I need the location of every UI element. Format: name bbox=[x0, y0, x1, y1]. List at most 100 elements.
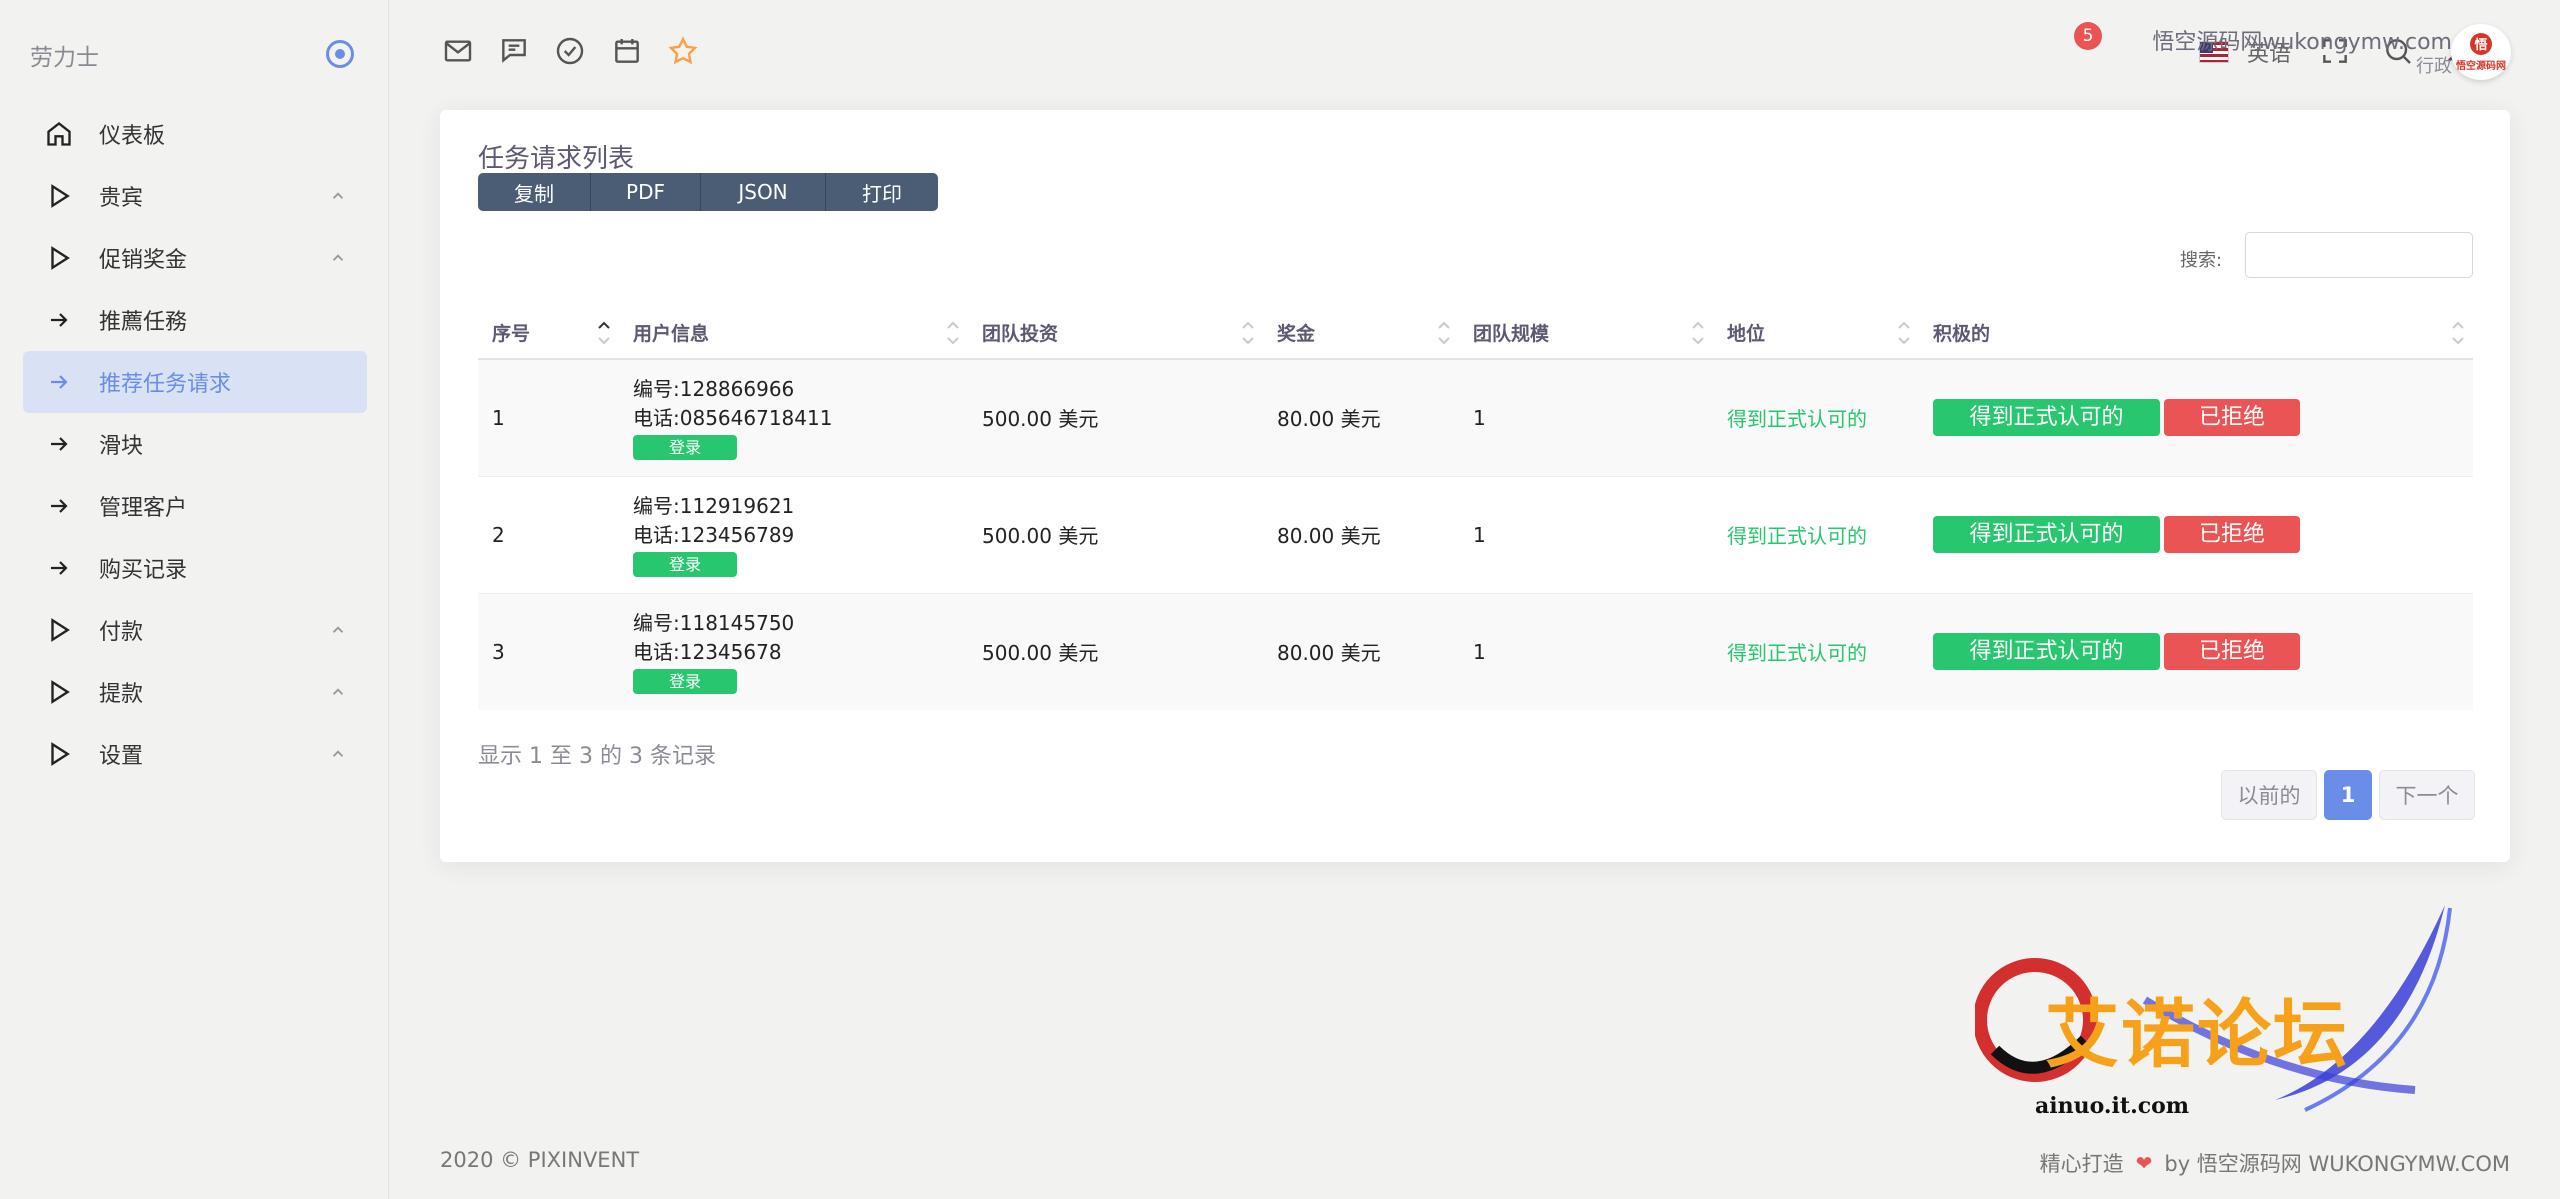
footer-by[interactable]: by 悟空源码网 WUKONGYMW.COM bbox=[2164, 1148, 2510, 1178]
team-size-cell: 1 bbox=[1459, 475, 1713, 593]
approve-button[interactable]: 得到正式认可的 bbox=[1933, 516, 2160, 553]
pdf-button[interactable]: PDF bbox=[591, 173, 701, 211]
column-header-user-info[interactable]: 用户信息 bbox=[619, 307, 968, 360]
home-icon bbox=[43, 118, 75, 150]
sidebar-toggle-icon[interactable] bbox=[326, 40, 354, 68]
arrow-right-icon bbox=[43, 428, 75, 460]
watermark-url: ainuo.it.com bbox=[2035, 1093, 2190, 1119]
mail-icon[interactable] bbox=[442, 35, 474, 67]
chevron-up-icon bbox=[332, 688, 344, 695]
bonus-cell: 80.00 美元 bbox=[1263, 359, 1459, 476]
bonus-cell: 80.00 美元 bbox=[1263, 475, 1459, 593]
arrow-right-icon bbox=[43, 490, 75, 522]
play-icon bbox=[43, 676, 75, 708]
sidebar-item-referral-tasks[interactable]: 推薦任務 bbox=[23, 289, 367, 351]
avatar[interactable]: 悟 悟空源码网 bbox=[2451, 24, 2511, 80]
star-icon[interactable] bbox=[667, 35, 699, 67]
table-row: 3 编号:118145750 电话:12345678 登录 500.00 美元 … bbox=[478, 592, 2473, 710]
search-label: 搜索: bbox=[2180, 250, 2223, 271]
export-button-group: 复制 PDF JSON 打印 bbox=[478, 173, 938, 211]
play-icon bbox=[43, 738, 75, 770]
team-size-cell: 1 bbox=[1459, 359, 1713, 476]
sidebar-item-label: 推荐任务请求 bbox=[99, 372, 232, 397]
play-icon bbox=[43, 614, 75, 646]
card-title: 任务请求列表 bbox=[478, 144, 635, 174]
brand-name[interactable]: 劳力士 bbox=[30, 38, 99, 72]
user-info-cell: 编号:128866966 电话:085646718411 登录 bbox=[619, 359, 968, 476]
sidebar-item-referral-task-requests[interactable]: 推荐任务请求 bbox=[23, 351, 367, 413]
bonus-cell: 80.00 美元 bbox=[1263, 592, 1459, 710]
user-phone: 085646718411 bbox=[679, 406, 833, 431]
pagination-prev-button[interactable]: 以前的 bbox=[2221, 770, 2317, 820]
sidebar-item-settings[interactable]: 设置 bbox=[23, 723, 367, 785]
column-header-bonus[interactable]: 奖金 bbox=[1263, 307, 1459, 360]
sidebar-item-payments[interactable]: 付款 bbox=[23, 599, 367, 661]
sidebar-item-dashboard[interactable]: 仪表板 bbox=[23, 103, 367, 165]
sidebar-item-label: 管理客户 bbox=[99, 496, 188, 521]
heart-icon: ❤ bbox=[2135, 1151, 2153, 1175]
sidebar-item-label: 提款 bbox=[99, 682, 144, 707]
sidebar-nav: 仪表板 贵宾 促销奖金 推薦任務 推荐任务请求 滑块 管理客户 购买记录 付款 … bbox=[23, 103, 367, 785]
status-cell: 得到正式认可的 bbox=[1713, 359, 1919, 476]
column-header-team-size[interactable]: 团队规模 bbox=[1459, 307, 1713, 360]
user-name[interactable]: 悟空源码网wukongymw.com bbox=[2152, 24, 2452, 56]
pagination-page-1[interactable]: 1 bbox=[2324, 770, 2372, 820]
sidebar-item-manage-customers[interactable]: 管理客户 bbox=[23, 475, 367, 537]
reject-button[interactable]: 已拒绝 bbox=[2164, 516, 2300, 553]
column-header-status[interactable]: 地位 bbox=[1713, 307, 1919, 360]
table-row: 2 编号:112919621 电话:123456789 登录 500.00 美元… bbox=[478, 475, 2473, 593]
sidebar-item-vip[interactable]: 贵宾 bbox=[23, 165, 367, 227]
actions-cell: 得到正式认可的 已拒绝 bbox=[1919, 592, 2473, 710]
login-button[interactable]: 登录 bbox=[633, 435, 737, 461]
reject-button[interactable]: 已拒绝 bbox=[2164, 399, 2300, 437]
approve-button[interactable]: 得到正式认可的 bbox=[1933, 633, 2160, 671]
user-info-cell: 编号:112919621 电话:123456789 登录 bbox=[619, 475, 968, 593]
search-input[interactable] bbox=[2245, 232, 2473, 278]
table-header-row: 序号 用户信息 团队投资 奖金 团队规模 地位 积极的 bbox=[478, 307, 2473, 360]
sort-icon bbox=[1692, 321, 1704, 345]
sidebar: 劳力士 仪表板 贵宾 促销奖金 推薦任務 推荐任务请求 滑块 管理客户 购买记录… bbox=[0, 0, 389, 1199]
sidebar-item-withdrawals[interactable]: 提款 bbox=[23, 661, 367, 723]
column-header-index[interactable]: 序号 bbox=[478, 307, 619, 360]
team-size-cell: 1 bbox=[1459, 592, 1713, 710]
sidebar-item-label: 设置 bbox=[99, 744, 144, 769]
sort-asc-icon bbox=[598, 321, 610, 345]
chevron-up-icon bbox=[332, 254, 344, 261]
sidebar-item-label: 滑块 bbox=[99, 434, 144, 459]
print-button[interactable]: 打印 bbox=[826, 173, 938, 211]
status-text: 得到正式认可的 bbox=[1727, 641, 1867, 666]
chevron-up-icon bbox=[332, 750, 344, 757]
play-icon bbox=[43, 242, 75, 274]
chevron-up-icon bbox=[332, 192, 344, 199]
sidebar-item-slider[interactable]: 滑块 bbox=[23, 413, 367, 475]
task-requests-card: 任务请求列表 复制 PDF JSON 打印 搜索: 序号 用户信息 团队投资 奖… bbox=[440, 110, 2510, 862]
sidebar-item-label: 付款 bbox=[99, 620, 144, 645]
pagination-next-button[interactable]: 下一个 bbox=[2379, 770, 2475, 820]
footer-credit: 精心打造 ❤ by 悟空源码网 WUKONGYMW.COM bbox=[2040, 1148, 2510, 1178]
check-circle-icon[interactable] bbox=[554, 35, 586, 67]
team-investment-cell: 500.00 美元 bbox=[968, 592, 1263, 710]
reject-button[interactable]: 已拒绝 bbox=[2164, 633, 2300, 671]
calendar-icon[interactable] bbox=[611, 35, 643, 67]
sidebar-item-promo-bonus[interactable]: 促销奖金 bbox=[23, 227, 367, 289]
column-header-team-investment[interactable]: 团队投资 bbox=[968, 307, 1263, 360]
user-id: 128866966 bbox=[679, 377, 795, 402]
status-text: 得到正式认可的 bbox=[1727, 407, 1867, 432]
sort-icon bbox=[2452, 321, 2464, 345]
arrow-right-icon bbox=[43, 552, 75, 584]
chevron-up-icon bbox=[332, 626, 344, 633]
column-header-actions[interactable]: 积极的 bbox=[1919, 307, 2473, 360]
actions-cell: 得到正式认可的 已拒绝 bbox=[1919, 359, 2473, 476]
actions-cell: 得到正式认可的 已拒绝 bbox=[1919, 475, 2473, 593]
row-index: 1 bbox=[478, 359, 619, 476]
login-button[interactable]: 登录 bbox=[633, 552, 737, 577]
login-button[interactable]: 登录 bbox=[633, 669, 737, 695]
sidebar-item-purchase-records[interactable]: 购买记录 bbox=[23, 537, 367, 599]
json-button[interactable]: JSON bbox=[701, 173, 826, 211]
play-icon bbox=[43, 180, 75, 212]
approve-button[interactable]: 得到正式认可的 bbox=[1933, 399, 2160, 437]
sidebar-item-label: 推薦任務 bbox=[99, 310, 188, 335]
copy-button[interactable]: 复制 bbox=[478, 173, 591, 211]
chat-icon[interactable] bbox=[498, 35, 530, 67]
watermark-title: 艾诺论坛 bbox=[2045, 992, 2349, 1078]
